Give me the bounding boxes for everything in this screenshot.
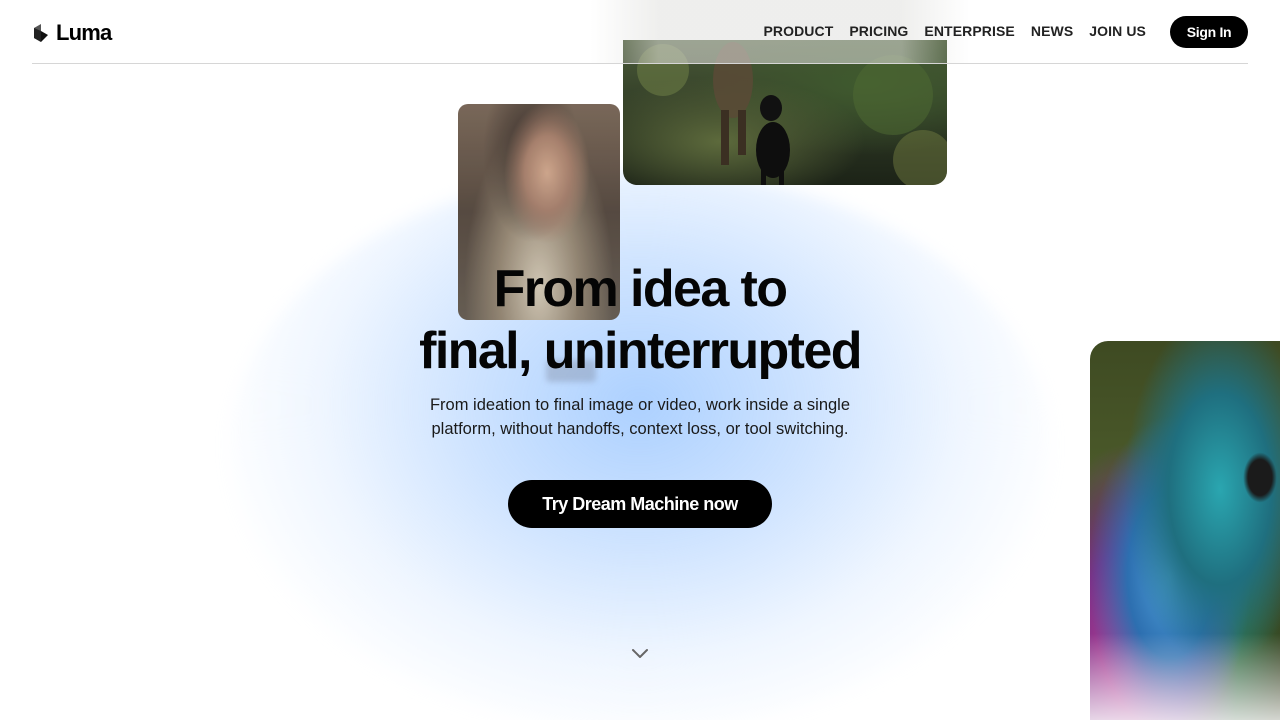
hero-subtitle-line-1: From ideation to final image or video, w…	[429, 396, 851, 414]
hero-subtitle-line-2: platform, without handoffs, context loss…	[431, 420, 849, 438]
hero-title: From idea to final, uninterrupted	[0, 258, 1280, 382]
logo-text: Luma	[56, 20, 112, 45]
chevron-down-icon[interactable]	[630, 644, 650, 664]
hero-background-glow	[230, 170, 1050, 720]
hero-title-line-1: From idea to	[493, 260, 788, 318]
hero-subtitle: From ideation to final image or video, w…	[0, 393, 1280, 441]
nav-join-us[interactable]: JOIN US	[1089, 23, 1146, 39]
sign-in-button[interactable]: Sign In	[1170, 16, 1248, 48]
nav-news[interactable]: NEWS	[1031, 23, 1073, 39]
hero-title-line-2: final, uninterrupted	[419, 322, 862, 380]
try-dream-machine-button[interactable]: Try Dream Machine now	[508, 480, 772, 528]
nav-pricing[interactable]: PRICING	[849, 23, 908, 39]
logo[interactable]: Luma	[32, 20, 112, 46]
site-header: Luma PRODUCT PRICING ENTERPRISE NEWS JOI…	[32, 0, 1248, 64]
nav-product[interactable]: PRODUCT	[763, 23, 833, 39]
main-nav: PRODUCT PRICING ENTERPRISE NEWS JOIN US	[763, 23, 1146, 39]
nav-enterprise[interactable]: ENTERPRISE	[924, 23, 1014, 39]
luma-logo-icon	[34, 24, 48, 42]
